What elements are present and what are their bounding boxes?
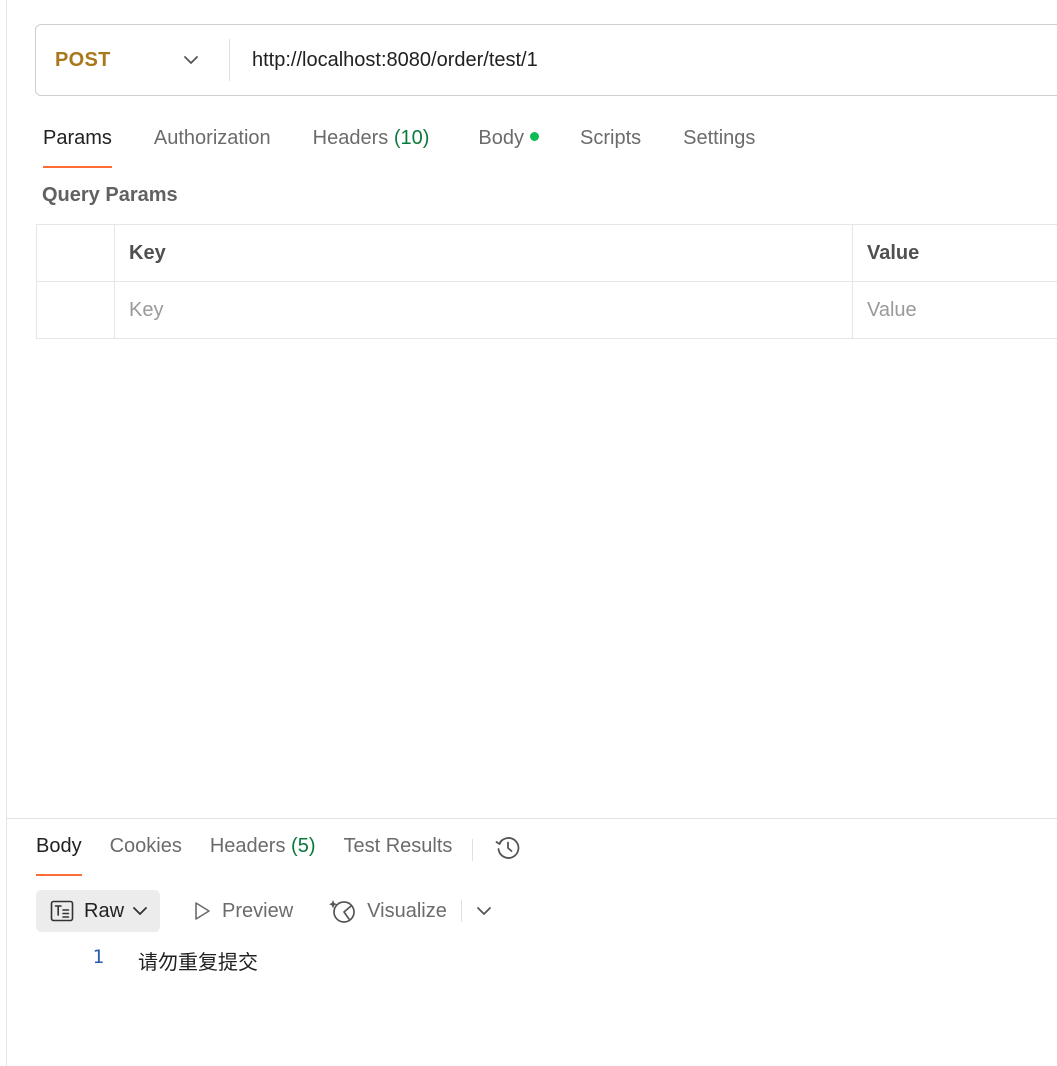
tab-scripts[interactable]: Scripts: [580, 122, 641, 168]
response-tab-body[interactable]: Body: [36, 833, 82, 876]
tab-headers-label: Headers: [312, 127, 389, 149]
response-tab-cookies[interactable]: Cookies: [110, 833, 182, 876]
query-params-table: Key Value Key Value: [36, 224, 1057, 339]
tab-scripts-label: Scripts: [580, 127, 642, 149]
chevron-down-icon: [183, 55, 199, 65]
preview-label: Preview: [222, 899, 294, 922]
url-divider: [229, 39, 230, 81]
tab-settings[interactable]: Settings: [683, 122, 755, 168]
request-workspace: POST Params Authorization Headers (10) B…: [6, 0, 1057, 1066]
response-tab-cookies-label: Cookies: [109, 835, 182, 857]
tab-authorization-label: Authorization: [153, 127, 271, 149]
chevron-down-icon: [132, 906, 148, 916]
request-tabs: Params Authorization Headers (10) Body S…: [43, 122, 755, 168]
visualize-icon: [329, 897, 357, 925]
body-status-dot: [530, 132, 539, 142]
visualize-label: Visualize: [367, 899, 447, 922]
method-label: POST: [55, 48, 111, 71]
raw-label: Raw: [84, 899, 125, 922]
response-toolbar: Raw Preview Visualize: [36, 890, 492, 932]
tab-params-label: Params: [43, 127, 112, 149]
value-input[interactable]: Value: [852, 282, 1057, 338]
response-tab-test-results[interactable]: Test Results: [343, 833, 452, 876]
visualize-button[interactable]: Visualize: [329, 890, 447, 932]
response-tab-test-results-label: Test Results: [343, 835, 453, 857]
url-bar: POST: [35, 24, 1057, 96]
tab-settings-label: Settings: [683, 127, 756, 149]
response-tab-headers[interactable]: Headers (5): [210, 833, 316, 876]
response-tab-headers-label: Headers: [209, 835, 286, 857]
table-row: Key Value: [36, 282, 1057, 339]
response-body-editor[interactable]: 1 请勿重复提交: [36, 946, 258, 975]
row-checkbox-cell: [36, 282, 114, 338]
key-input[interactable]: Key: [114, 282, 852, 338]
tab-body-label: Body: [478, 127, 524, 149]
method-select[interactable]: POST: [36, 25, 229, 95]
line-number: 1: [92, 946, 104, 968]
response-tab-body-label: Body: [36, 835, 82, 857]
tab-body[interactable]: Body: [478, 122, 539, 168]
key-column-header: Key: [114, 225, 852, 281]
tabs-separator: [472, 839, 474, 861]
response-divider[interactable]: [7, 818, 1057, 819]
headers-count-badge: (10): [393, 127, 430, 149]
raw-text-icon: [50, 900, 74, 922]
response-headers-count: (5): [291, 835, 316, 857]
history-icon[interactable]: [493, 833, 523, 863]
tab-headers[interactable]: Headers (10): [313, 122, 430, 168]
value-column-header: Value: [852, 225, 1057, 281]
tab-authorization[interactable]: Authorization: [154, 122, 271, 168]
response-body-text: 请勿重复提交: [138, 950, 258, 974]
play-icon: [192, 900, 212, 922]
visualize-options-dropdown[interactable]: [476, 890, 492, 932]
query-params-title: Query Params: [42, 184, 178, 206]
url-input[interactable]: [252, 48, 1032, 72]
preview-button[interactable]: Preview: [192, 890, 293, 932]
raw-format-dropdown[interactable]: Raw: [36, 890, 161, 932]
chevron-down-icon: [476, 906, 492, 916]
response-tabs: Body Cookies Headers (5) Test Results: [36, 833, 523, 877]
tab-params[interactable]: Params: [43, 122, 112, 168]
toolbar-separator: [460, 900, 462, 922]
checkbox-column-header: [36, 225, 114, 281]
table-header-row: Key Value: [36, 225, 1057, 282]
